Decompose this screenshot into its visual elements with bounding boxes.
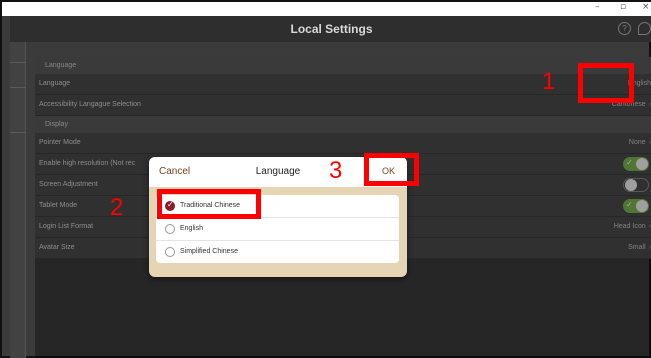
app-window: – ▫ × Local Settings ? Language Language… — [0, 0, 651, 358]
title-bar: Local Settings ? — [10, 16, 651, 42]
highlight-box-ok — [364, 153, 419, 186]
option-label: English — [180, 225, 203, 232]
option-label: Simplified Chinese — [180, 248, 238, 255]
sidebar-divider — [10, 132, 26, 133]
radio-unchecked-icon — [165, 224, 175, 234]
annotation-number-1: 1 — [542, 68, 556, 95]
minimize-button[interactable]: – — [595, 2, 600, 12]
option-simplified-chinese[interactable]: Simplified Chinese — [156, 241, 399, 264]
close-button[interactable]: × — [642, 2, 650, 12]
sidebar-divider — [10, 87, 26, 88]
help-icon[interactable]: ? — [618, 22, 631, 35]
highlight-box-traditional-chinese — [157, 189, 261, 219]
annotation-number-2: 2 — [110, 194, 124, 221]
window-top-strip: – ▫ × — [2, 2, 651, 16]
radio-unchecked-icon — [165, 247, 175, 257]
annotation-number-3: 3 — [329, 157, 343, 184]
highlight-box-language-value — [578, 63, 634, 103]
page-title: Local Settings — [290, 22, 373, 36]
sidebar-divider — [10, 62, 26, 63]
sidebar — [10, 42, 26, 358]
refresh-icon[interactable] — [638, 22, 651, 35]
maximize-button[interactable]: ▫ — [620, 2, 626, 12]
option-english[interactable]: English — [156, 218, 399, 241]
